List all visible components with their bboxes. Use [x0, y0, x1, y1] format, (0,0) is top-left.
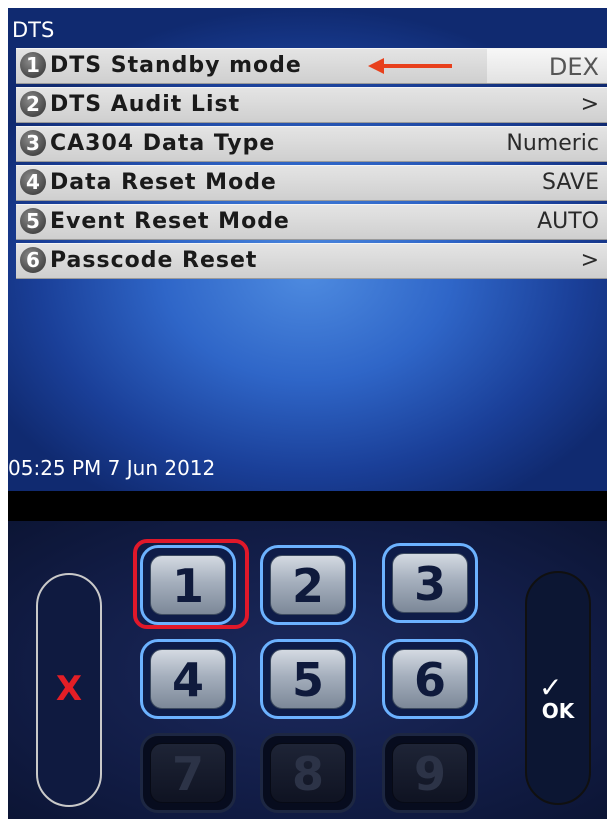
key-face: 9 — [392, 743, 468, 803]
ok-button[interactable]: ✓ OK — [525, 571, 591, 805]
menu-item-value: AUTO — [537, 209, 599, 234]
menu-item-data-reset-mode[interactable]: 4 Data Reset Mode SAVE — [16, 165, 607, 201]
menu-item-number: 6 — [20, 247, 46, 273]
menu-item-dts-audit-list[interactable]: 2 DTS Audit List > — [16, 87, 607, 123]
key-6[interactable]: 6 — [382, 639, 478, 719]
key-8[interactable]: 8 — [260, 733, 356, 813]
annotation-arrow-icon — [368, 58, 452, 74]
menu-item-value-box: DEX — [487, 49, 607, 83]
key-face: 7 — [150, 743, 226, 803]
screen-title: DTS — [12, 18, 55, 42]
dts-menu: 1 DTS Standby mode DEX 2 DTS Audit List … — [16, 48, 607, 282]
key-digit: 4 — [171, 653, 204, 707]
menu-item-value: Numeric — [506, 131, 599, 156]
key-7[interactable]: 7 — [140, 733, 236, 813]
key-digit: 8 — [291, 747, 324, 801]
menu-item-dts-standby-mode[interactable]: 1 DTS Standby mode DEX — [16, 48, 607, 84]
key-digit: 3 — [413, 557, 446, 611]
keypad: X 1 2 3 4 5 6 7 8 9 ✓ OK — [8, 521, 607, 819]
key-face: 3 — [392, 553, 468, 613]
menu-item-value: > — [580, 248, 599, 273]
key-digit: 2 — [291, 559, 324, 613]
key-face: 4 — [150, 649, 226, 709]
key-5[interactable]: 5 — [260, 639, 356, 719]
key-face: 1 — [150, 555, 226, 615]
menu-item-number: 1 — [20, 52, 46, 78]
key-digit: 9 — [413, 747, 446, 801]
key-face: 2 — [270, 555, 346, 615]
key-face: 5 — [270, 649, 346, 709]
menu-item-label: Passcode Reset — [50, 248, 258, 273]
key-digit: 7 — [171, 747, 204, 801]
menu-item-event-reset-mode[interactable]: 5 Event Reset Mode AUTO — [16, 204, 607, 240]
menu-item-number: 4 — [20, 169, 46, 195]
menu-item-number: 5 — [20, 208, 46, 234]
key-face: 8 — [270, 743, 346, 803]
timestamp: 05:25 PM 7 Jun 2012 — [8, 456, 216, 480]
menu-item-number: 2 — [20, 91, 46, 117]
menu-item-value: SAVE — [542, 170, 599, 195]
key-9[interactable]: 9 — [382, 733, 478, 813]
key-3[interactable]: 3 — [382, 543, 478, 623]
menu-item-number: 3 — [20, 130, 46, 156]
key-digit: 5 — [291, 653, 324, 707]
menu-item-label: Data Reset Mode — [50, 170, 277, 195]
cancel-button[interactable]: X — [36, 573, 102, 807]
key-2[interactable]: 2 — [260, 545, 356, 625]
key-4[interactable]: 4 — [140, 639, 236, 719]
key-digit: 1 — [171, 559, 204, 613]
divider-strip — [8, 491, 607, 521]
menu-item-passcode-reset[interactable]: 6 Passcode Reset > — [16, 243, 607, 279]
dts-screen: DTS 1 DTS Standby mode DEX 2 DTS Audit L… — [8, 8, 607, 491]
menu-item-label: Event Reset Mode — [50, 209, 290, 234]
menu-item-label: DTS Audit List — [50, 92, 241, 117]
key-face: 6 — [392, 649, 468, 709]
menu-item-label: DTS Standby mode — [50, 53, 302, 78]
menu-item-label: CA304 Data Type — [50, 131, 276, 156]
menu-item-value: > — [580, 92, 599, 117]
key-digit: 6 — [413, 653, 446, 707]
menu-item-ca304-data-type[interactable]: 3 CA304 Data Type Numeric — [16, 126, 607, 162]
ok-label: OK — [541, 699, 575, 723]
cancel-x-icon: X — [55, 669, 83, 709]
menu-item-value: DEX — [548, 53, 599, 81]
key-1[interactable]: 1 — [140, 545, 236, 625]
